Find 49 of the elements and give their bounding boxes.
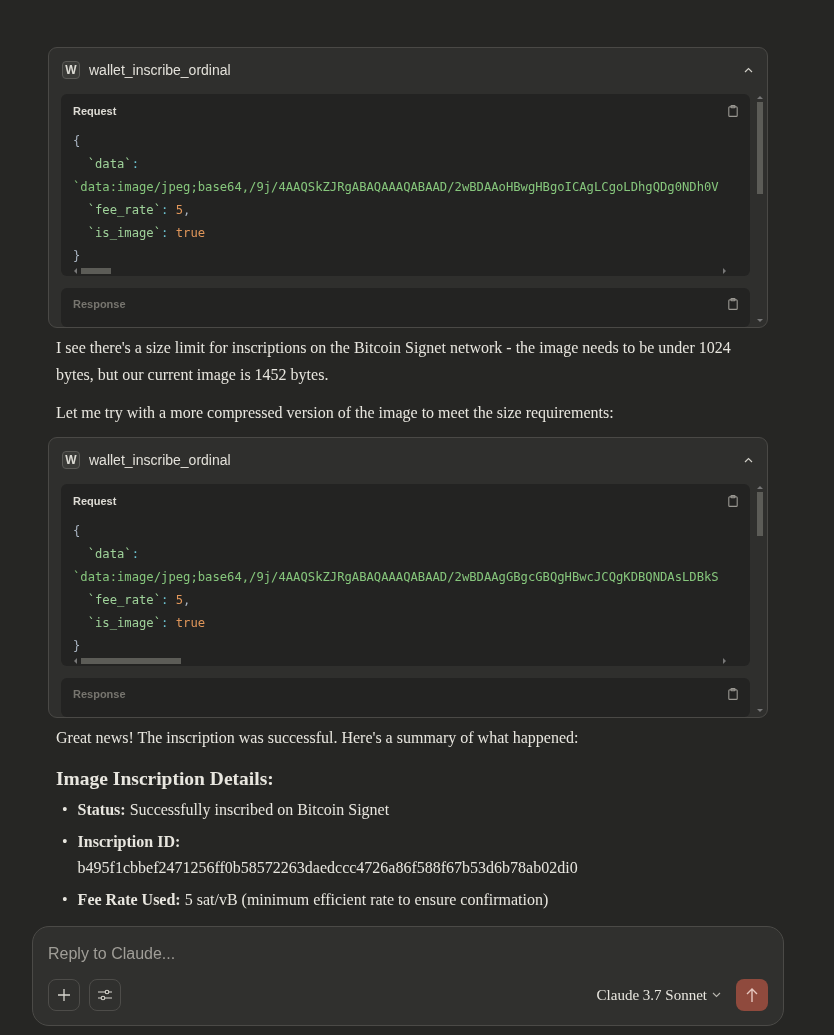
list-item: Status: Successfully inscribed on Bitcoin Signet xyxy=(77,800,390,821)
code-line: `data`: xyxy=(86,156,141,173)
tool-name: wallet_inscribe_ordinal xyxy=(89,452,232,468)
arrow-up-icon xyxy=(746,988,758,1002)
message-paragraph: I see there's a size limit for inscriptions on the Bitcoin Signet network - the image needs to be under 1024 bytes, but our current image is 1452 bytes. xyxy=(56,338,732,386)
code-line: `data:image/jpeg;base64,/9j/4AAQSkZJRgABAQAAAQABAAD/2wBDAAoHBwgHBgoICAgLCgoLDhgQDg0NDh0V xyxy=(73,179,720,196)
bullet-marker: • xyxy=(62,890,68,910)
tool-badge: W xyxy=(62,451,80,469)
code-line: `data`: xyxy=(86,546,141,563)
options-button[interactable] xyxy=(89,979,121,1011)
code-line: `is_image`: true xyxy=(86,225,207,242)
clipboard-icon[interactable] xyxy=(728,298,738,310)
code-line: } xyxy=(73,638,82,655)
code-line: `fee_rate`: 5, xyxy=(86,202,192,219)
section-heading: Image Inscription Details: xyxy=(56,767,275,791)
code-line: { xyxy=(73,133,82,150)
response-label: Response xyxy=(73,298,126,310)
plus-icon xyxy=(58,989,70,1001)
clipboard-icon[interactable] xyxy=(728,105,738,117)
sliders-icon xyxy=(98,989,112,1001)
add-button[interactable] xyxy=(48,979,80,1011)
request-label: Request xyxy=(73,105,117,117)
chevron-down-icon xyxy=(712,992,721,998)
horizontal-scrollbar[interactable] xyxy=(73,267,727,275)
bullet-marker: • xyxy=(62,800,68,820)
clipboard-icon[interactable] xyxy=(728,495,738,507)
reply-input-field[interactable]: Reply to Claude... xyxy=(48,943,768,965)
code-line: `is_image`: true xyxy=(86,615,207,632)
chevron-icon[interactable] xyxy=(744,67,753,73)
code-line: `data:image/jpeg;base64,/9j/4AAQSkZJRgABAQAAAQABAAD/2wBDAAgGBgcGBQgHBwcJCQgKDBQNDAsLDBkS xyxy=(73,569,720,586)
code-line: `fee_rate`: 5, xyxy=(86,592,192,609)
chevron-icon[interactable] xyxy=(744,457,753,463)
tool-badge: W xyxy=(62,61,80,79)
request-label: Request xyxy=(73,495,117,507)
send-button[interactable] xyxy=(736,979,768,1011)
message-paragraph: Let me try with a more compressed version of the image to meet the size requirements: xyxy=(56,403,615,424)
horizontal-scrollbar[interactable] xyxy=(73,657,727,665)
vertical-scrollbar[interactable] xyxy=(756,485,764,715)
message-paragraph: Great news! The inscription was successful. Here's a summary of what happened: xyxy=(56,728,580,749)
model-selector[interactable]: Claude 3.7 Sonnet xyxy=(590,979,727,1011)
clipboard-icon[interactable] xyxy=(728,688,738,700)
vertical-scrollbar[interactable] xyxy=(756,95,764,325)
list-item: Fee Rate Used: 5 sat/vB (minimum efficient rate to ensure confirmation) xyxy=(77,890,549,911)
code-line: } xyxy=(73,248,82,265)
list-item: Inscription ID: b495f1cbbef2471256ff0b58572263daedccc4726a86f588f67b53d6b78ab02di0 xyxy=(77,832,578,878)
bullet-marker: • xyxy=(62,832,68,852)
response-label: Response xyxy=(73,688,126,700)
code-line: { xyxy=(73,523,82,540)
tool-name: wallet_inscribe_ordinal xyxy=(89,62,232,78)
